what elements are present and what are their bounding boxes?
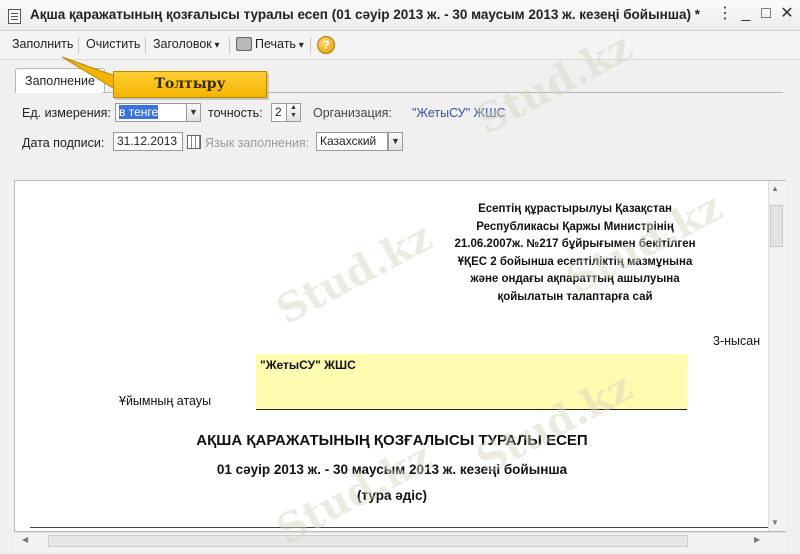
precision-spinner-icon[interactable]: ▲ ▼ (286, 103, 301, 122)
report-period: 01 сәуір 2013 ж. - 30 маусым 2013 ж. кез… (216, 462, 568, 477)
window-title: Ақша қаражатының қозғалысы туралы есеп (… (30, 7, 701, 22)
legal-note-line: 21.06.2007ж. №217 бұйрығымен бекітілген (454, 238, 696, 250)
toolbar-separator (145, 37, 146, 54)
units-label: Ед. измерения: (22, 106, 111, 120)
scroll-up-icon[interactable]: ▲ (771, 184, 779, 193)
precision-field[interactable]: 2 (271, 103, 287, 122)
organization-name-label: Ұйымның атауы (119, 394, 212, 408)
printer-icon[interactable] (236, 37, 252, 51)
legal-note-line: Республикасы Қаржы Министрінің (476, 220, 674, 233)
horizontal-scroll-thumb[interactable] (48, 535, 688, 547)
header-menu-button[interactable]: Заголовок (153, 37, 220, 51)
organization-link[interactable]: "ЖетыСУ" ЖШС (412, 106, 506, 120)
language-field[interactable]: Казахский (316, 132, 388, 151)
help-icon[interactable]: ? (317, 36, 335, 54)
document-icon (8, 9, 21, 24)
legal-note-line: Есептің құрастырылуы Қазақстан (478, 203, 672, 215)
clear-button[interactable]: Очистить (86, 37, 140, 51)
scroll-left-icon[interactable]: ◀ (22, 535, 28, 544)
minimize-button[interactable]: _ (737, 5, 755, 23)
legal-note-line: және ондағы ақпараттың ашылуына (470, 273, 680, 285)
organization-underline (256, 409, 687, 410)
vertical-scroll-thumb[interactable] (770, 205, 783, 247)
sign-date-label: Дата подписи: (22, 136, 105, 150)
report-method: (тура әдіс) (356, 488, 428, 503)
print-menu-button[interactable]: Печать (255, 37, 304, 51)
fill-button[interactable]: Заполнить (12, 37, 73, 51)
precision-label: точность: (208, 106, 263, 120)
window-titlebar: Ақша қаражатының қозғалысы туралы есеп (… (0, 0, 800, 31)
organization-label: Организация: (313, 106, 392, 120)
report-title: АҚША ҚАРАЖАТЫНЫҢ ҚОЗҒАЛЫСЫ ТУРАЛЫ ЕСЕП (196, 432, 588, 449)
scroll-down-icon[interactable]: ▼ (771, 518, 779, 527)
legal-note-line: ҰҚЕС 2 бойынша есептіліктің мазмұнына (457, 255, 693, 268)
units-field[interactable]: в тенге (115, 103, 187, 122)
language-dropdown-icon[interactable]: ▼ (388, 132, 403, 151)
calendar-icon[interactable] (187, 135, 201, 149)
sign-date-field[interactable]: 31.12.2013 (113, 132, 183, 151)
form-number: 3-нысан (713, 334, 761, 348)
scroll-right-icon[interactable]: ▶ (754, 535, 760, 544)
legal-note-line: қойылатын талаптарға сай (497, 290, 653, 303)
toolbar-separator (310, 37, 311, 54)
organization-name: "ЖетыСУ" ЖШС (260, 358, 356, 372)
language-label: Язык заполнения: (205, 136, 310, 150)
toolbar-separator (229, 37, 230, 54)
close-button[interactable]: ✕ (778, 5, 796, 23)
maximize-button[interactable]: □ (757, 5, 775, 23)
legal-note: Есептің құрастырылуы Қазақстан Республик… (410, 201, 740, 306)
toolbar-separator (78, 37, 79, 54)
table-top-border (30, 527, 768, 528)
callout-label: Толтыру (113, 71, 267, 98)
units-dropdown-icon[interactable]: ▼ (186, 103, 201, 122)
units-value: в тенге (119, 105, 159, 119)
more-actions-icon[interactable]: ⋮ (716, 5, 734, 23)
